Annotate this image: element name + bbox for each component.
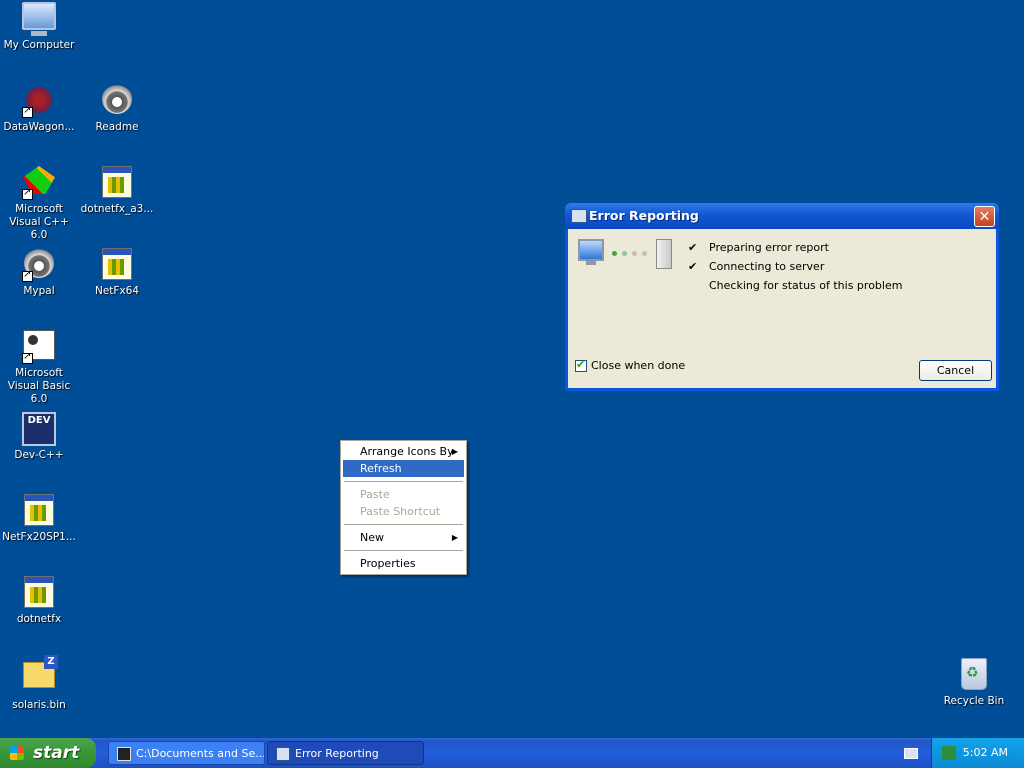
desktop-icon-label: Readme: [95, 121, 139, 133]
progress-dot: [632, 251, 637, 256]
close-button[interactable]: ✕: [974, 206, 995, 227]
network-icon[interactable]: [942, 746, 956, 760]
zip-folder-icon: [22, 655, 58, 696]
visual-basic-icon: [22, 330, 56, 364]
recycle-bin-icon: [957, 658, 991, 692]
computer-icon: [578, 239, 604, 261]
desktop-icon-solaris-bin[interactable]: solaris.bin: [0, 655, 78, 712]
taskbar: start C:\Documents and Se... Error Repor…: [0, 738, 1024, 768]
desktop-icon-netfx64[interactable]: NetFx64: [78, 248, 156, 298]
menu-separator: [344, 550, 463, 551]
keyboard-icon[interactable]: [904, 748, 918, 759]
desktop-icon-label: NetFx64: [94, 285, 140, 297]
desktop-icon-label: My Computer: [3, 39, 75, 51]
progress-dot: [622, 251, 627, 256]
system-tray: 5:02 AM: [931, 738, 1024, 768]
my-computer-icon: [22, 2, 56, 36]
menu-separator: [344, 481, 463, 482]
desktop-icon-label: dotnetfx_a3...: [80, 203, 154, 215]
desktop-icon-my-computer[interactable]: My Computer: [0, 2, 78, 52]
desktop-icon-label: Mypal: [23, 285, 55, 297]
desktop-icon-mypal[interactable]: Mypal: [0, 248, 78, 298]
menu-separator: [344, 524, 463, 525]
clock[interactable]: 5:02 AM: [963, 738, 1008, 768]
mypal-icon: [22, 248, 56, 282]
desktop-icon-recycle-bin[interactable]: Recycle Bin: [935, 658, 1013, 708]
desktop-icon-label: NetFx20SP1...: [2, 531, 76, 543]
desktop-icon-label: Dev-C++: [14, 449, 64, 461]
desktop-icon-datawagon[interactable]: DataWagon...: [0, 84, 78, 134]
dialog-titlebar[interactable]: Error Reporting ✕: [565, 203, 999, 229]
desktop-icon-dev-cpp[interactable]: DEV Dev-C++: [0, 412, 78, 462]
shortcut-arrow-icon: [22, 187, 33, 200]
datawagon-icon: [22, 84, 56, 118]
desktop-icon-label: Recycle Bin: [943, 695, 1005, 707]
status-list: ✔ Preparing error report ✔ Connecting to s…: [688, 238, 902, 295]
desktop-icon-visual-basic[interactable]: Microsoft Visual Basic 6.0: [0, 330, 78, 406]
start-label: start: [33, 743, 80, 763]
desktop-icon-label: Microsoft Visual Basic 6.0: [7, 367, 71, 405]
shortcut-arrow-icon: [22, 269, 33, 282]
installer-icon: [22, 494, 56, 528]
menu-item-refresh[interactable]: Refresh: [343, 460, 464, 477]
desktop-icon-dotnetfx-a3[interactable]: dotnetfx_a3...: [78, 166, 156, 216]
desktop[interactable]: My Computer DataWagon... Readme Microsof…: [0, 0, 1024, 738]
close-when-done-checkbox[interactable]: Close when done: [575, 358, 686, 373]
progress-dot: [642, 251, 647, 256]
dev-cpp-icon: DEV: [22, 412, 56, 446]
menu-item-properties[interactable]: Properties: [343, 555, 464, 572]
connection-progress-graphic: [578, 239, 678, 271]
7zip-icon: [117, 747, 131, 761]
checkbox-checked-icon[interactable]: [575, 358, 587, 372]
server-icon: [656, 239, 672, 269]
progress-dot: [612, 251, 617, 256]
installer-icon: [100, 166, 134, 200]
status-step: ✔ Connecting to server: [688, 257, 902, 276]
desktop-icon-dotnetfx[interactable]: dotnetfx: [0, 576, 78, 626]
menu-item-arrange-icons-by[interactable]: Arrange Icons By ▶: [343, 443, 464, 460]
close-when-done-label: Close when done: [591, 359, 686, 372]
windows-logo-icon: [10, 746, 24, 760]
taskbar-button-error-reporting[interactable]: Error Reporting: [267, 741, 424, 765]
menu-item-paste[interactable]: Paste: [343, 486, 464, 503]
desktop-icon-visual-cpp[interactable]: Microsoft Visual C++ 6.0: [0, 166, 78, 242]
submenu-arrow-icon: ▶: [451, 533, 458, 542]
desktop-icon-label: dotnetfx: [16, 613, 62, 625]
check-icon: ✔: [688, 241, 698, 254]
installer-icon: [100, 248, 134, 282]
error-reporting-dialog: Error Reporting ✕ ✔ Preparing error repor…: [565, 203, 999, 391]
check-icon: ✔: [688, 260, 698, 273]
desktop-icon-netfx20sp1[interactable]: NetFx20SP1...: [0, 494, 78, 544]
menu-item-new[interactable]: New ▶: [343, 529, 464, 546]
error-reporting-icon: [571, 209, 587, 223]
menu-item-paste-shortcut[interactable]: Paste Shortcut: [343, 503, 464, 520]
desktop-context-menu: Arrange Icons By ▶ Refresh Paste Paste Sh…: [340, 440, 467, 575]
desktop-icon-label: solaris.bin: [12, 699, 66, 711]
taskbar-button-documents[interactable]: C:\Documents and Se...: [108, 741, 265, 765]
readme-icon: [100, 84, 134, 118]
submenu-arrow-icon: ▶: [451, 447, 458, 456]
desktop-icon-label: Microsoft Visual C++ 6.0: [9, 203, 69, 241]
status-step: Checking for status of this problem: [709, 279, 903, 292]
desktop-icon-label: DataWagon...: [3, 121, 75, 133]
installer-icon: [22, 576, 56, 610]
start-button[interactable]: start: [0, 738, 96, 768]
error-reporting-icon: [276, 747, 290, 761]
desktop-icon-readme[interactable]: Readme: [78, 84, 156, 134]
cancel-button[interactable]: Cancel: [919, 360, 992, 381]
status-step: ✔ Preparing error report: [688, 238, 902, 257]
shortcut-arrow-icon: [22, 105, 33, 118]
visual-cpp-icon: [22, 166, 56, 200]
shortcut-arrow-icon: [22, 351, 33, 364]
dialog-title: Error Reporting: [589, 208, 699, 223]
